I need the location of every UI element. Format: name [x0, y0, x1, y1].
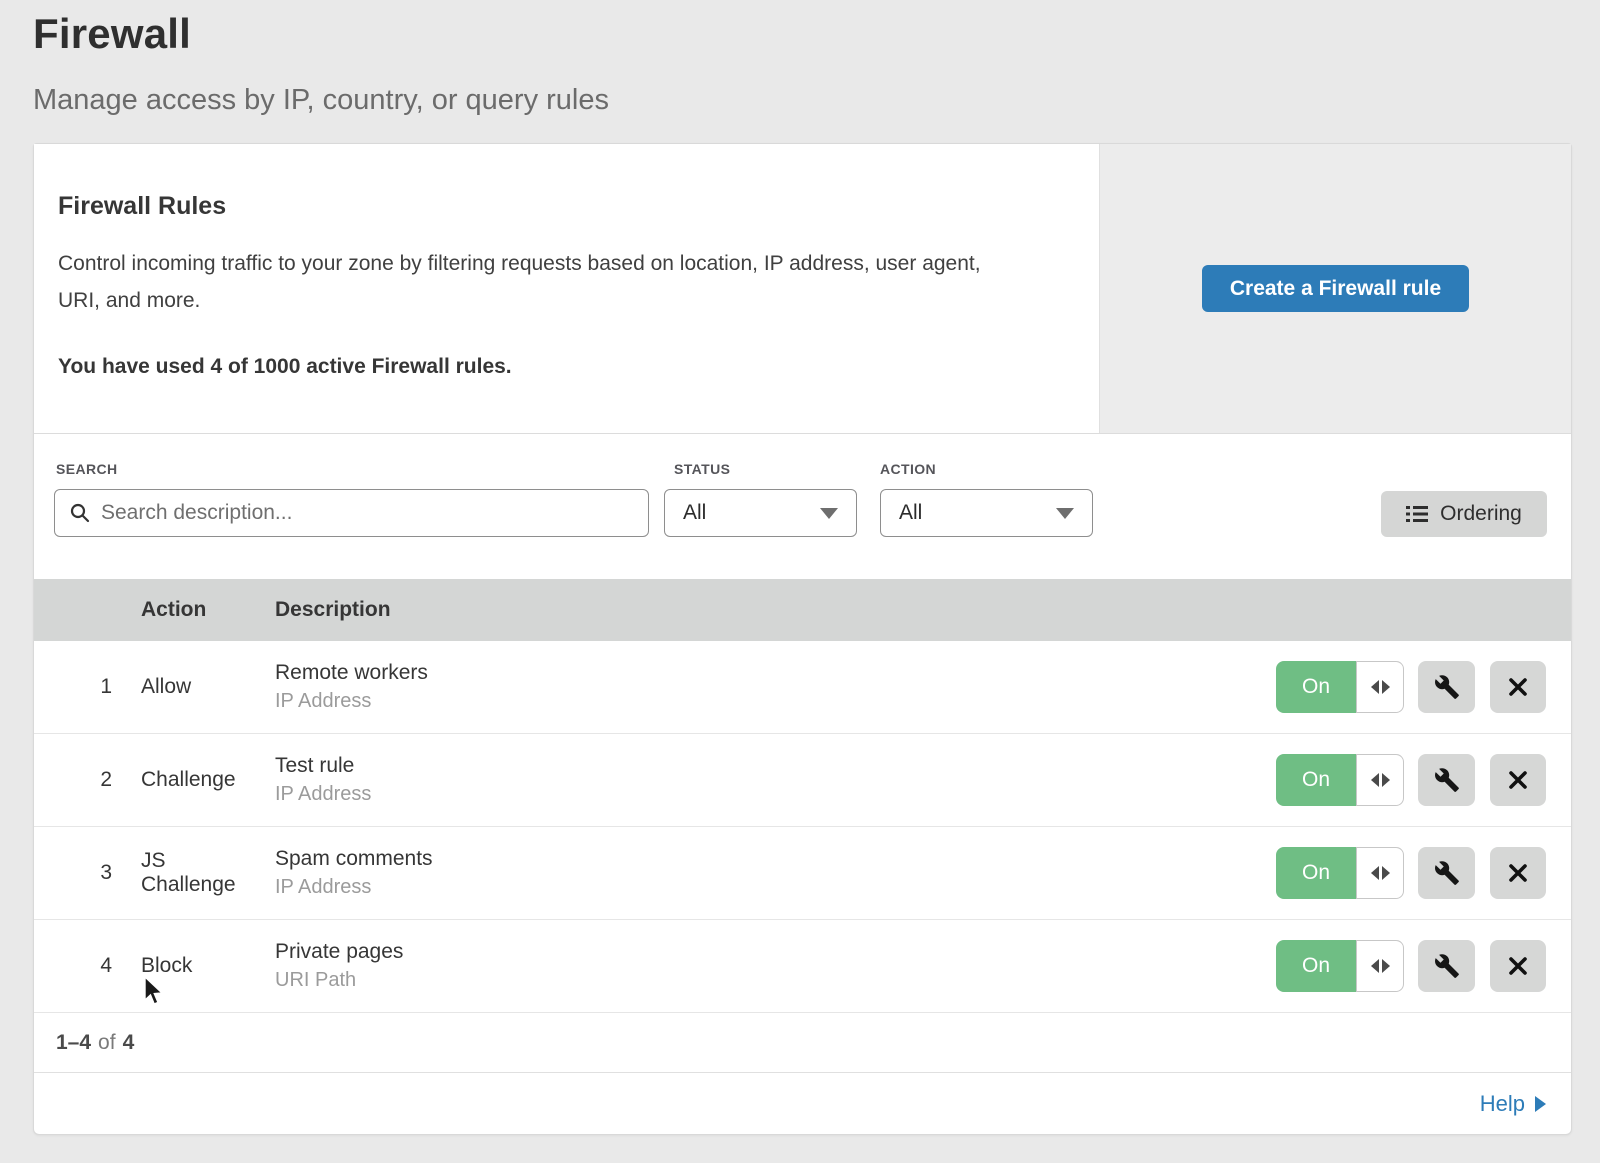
pagination-of: of	[98, 1031, 116, 1055]
rule-match-field: IP Address	[275, 688, 1276, 715]
filters-bar: SEARCH STATUS All ACTION All	[34, 434, 1571, 579]
edit-rule-button[interactable]	[1418, 754, 1475, 806]
create-firewall-rule-button[interactable]: Create a Firewall rule	[1202, 265, 1469, 312]
card-footer: Help	[34, 1073, 1571, 1135]
column-header-action: Action	[122, 598, 256, 622]
chevron-down-icon	[1056, 508, 1074, 519]
action-label: ACTION	[880, 461, 936, 477]
pagination: 1–4 of 4	[34, 1013, 1571, 1073]
toggle-arrows-icon	[1371, 866, 1379, 880]
status-select-value: All	[683, 501, 706, 525]
rules-panel-title: Firewall Rules	[58, 192, 1029, 221]
action-select[interactable]: All	[880, 489, 1093, 537]
help-link[interactable]: Help	[1480, 1091, 1546, 1117]
close-icon	[1506, 861, 1530, 885]
toggle-handle[interactable]	[1356, 847, 1404, 899]
edit-rule-button[interactable]	[1418, 661, 1475, 713]
page-header: Firewall Manage access by IP, country, o…	[0, 0, 1600, 117]
search-icon	[69, 502, 91, 524]
toggle-handle[interactable]	[1356, 754, 1404, 806]
pagination-total: 4	[123, 1031, 135, 1055]
rule-description: Remote workers	[275, 659, 1276, 686]
rule-match-field: IP Address	[275, 781, 1276, 808]
toggle-arrows-icon	[1371, 680, 1379, 694]
help-arrow-icon	[1535, 1096, 1546, 1112]
toggle-on-label: On	[1276, 661, 1356, 713]
edit-rule-button[interactable]	[1418, 940, 1475, 992]
table-row: 1 Allow Remote workers IP Address On	[34, 641, 1571, 734]
wrench-icon	[1434, 674, 1460, 700]
page-title: Firewall	[33, 10, 1600, 58]
help-label: Help	[1480, 1091, 1525, 1117]
close-icon	[1506, 954, 1530, 978]
rule-action: Allow	[122, 675, 256, 699]
rule-action: Challenge	[122, 768, 256, 792]
rule-enabled-toggle[interactable]: On	[1276, 754, 1404, 806]
toggle-arrows-icon	[1371, 959, 1379, 973]
delete-rule-button[interactable]	[1490, 940, 1546, 992]
rule-priority: 3	[34, 861, 122, 885]
search-input[interactable]	[101, 501, 634, 525]
table-header: Action Description	[34, 579, 1571, 641]
status-label: STATUS	[674, 461, 730, 477]
ordering-button[interactable]: Ordering	[1381, 491, 1547, 537]
rule-enabled-toggle[interactable]: On	[1276, 847, 1404, 899]
pagination-range: 1–4	[56, 1031, 91, 1055]
toggle-handle[interactable]	[1356, 661, 1404, 713]
table-row: 3 JS Challenge Spam comments IP Address …	[34, 827, 1571, 920]
status-select[interactable]: All	[664, 489, 857, 537]
table-row: 4 Block Private pages URI Path On	[34, 920, 1571, 1013]
delete-rule-button[interactable]	[1490, 754, 1546, 806]
column-header-description: Description	[256, 598, 1276, 622]
rule-description: Test rule	[275, 752, 1276, 779]
rule-description: Spam comments	[275, 845, 1276, 872]
toggle-on-label: On	[1276, 847, 1356, 899]
rule-description: Private pages	[275, 938, 1276, 965]
ordering-button-label: Ordering	[1440, 502, 1522, 526]
delete-rule-button[interactable]	[1490, 847, 1546, 899]
rule-action: Block	[122, 954, 256, 978]
action-select-value: All	[899, 501, 922, 525]
rules-intro: Firewall Rules Control incoming traffic …	[34, 144, 1099, 433]
rule-action: JS Challenge	[122, 849, 256, 897]
rule-enabled-toggle[interactable]: On	[1276, 661, 1404, 713]
toggle-on-label: On	[1276, 940, 1356, 992]
rule-match-field: URI Path	[275, 967, 1276, 994]
rules-panel-description: Control incoming traffic to your zone by…	[58, 245, 1018, 319]
rules-usage-text: You have used 4 of 1000 active Firewall …	[58, 355, 1029, 379]
chevron-down-icon	[820, 508, 838, 519]
wrench-icon	[1434, 860, 1460, 886]
page-subtitle: Manage access by IP, country, or query r…	[33, 84, 1600, 117]
search-box	[54, 489, 649, 537]
rules-intro-section: Firewall Rules Control incoming traffic …	[34, 144, 1571, 434]
rule-priority: 2	[34, 768, 122, 792]
rule-priority: 4	[34, 954, 122, 978]
toggle-arrows-icon	[1371, 773, 1379, 787]
create-rule-panel: Create a Firewall rule	[1099, 144, 1571, 433]
toggle-on-label: On	[1276, 754, 1356, 806]
wrench-icon	[1434, 767, 1460, 793]
close-icon	[1506, 675, 1530, 699]
rule-match-field: IP Address	[275, 874, 1276, 901]
firewall-rules-card: Firewall Rules Control incoming traffic …	[33, 143, 1572, 1135]
toggle-handle[interactable]	[1356, 940, 1404, 992]
search-label: SEARCH	[56, 461, 118, 477]
rule-priority: 1	[34, 675, 122, 699]
ordered-list-icon	[1406, 505, 1428, 523]
close-icon	[1506, 768, 1530, 792]
wrench-icon	[1434, 953, 1460, 979]
table-row: 2 Challenge Test rule IP Address On	[34, 734, 1571, 827]
rule-enabled-toggle[interactable]: On	[1276, 940, 1404, 992]
delete-rule-button[interactable]	[1490, 661, 1546, 713]
edit-rule-button[interactable]	[1418, 847, 1475, 899]
